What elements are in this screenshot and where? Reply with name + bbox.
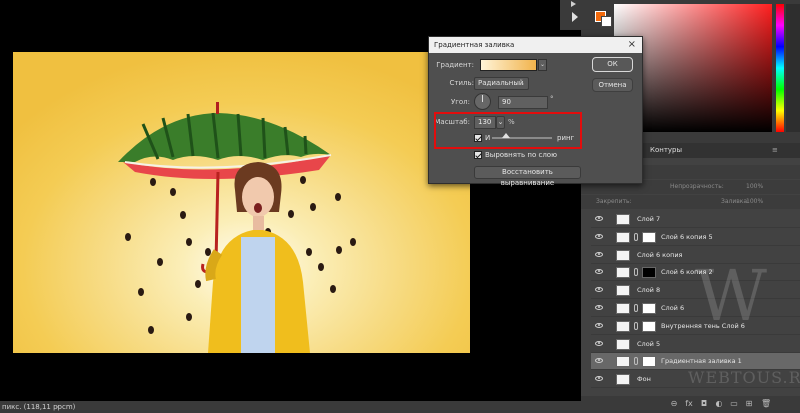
eye-icon[interactable] [595, 216, 603, 221]
rotate-icon[interactable] [571, 1, 576, 7]
hue-slider[interactable] [776, 4, 784, 132]
layer-thumbnail[interactable] [616, 320, 630, 332]
opacity-label: Непрозрачность: [670, 183, 724, 190]
eye-icon[interactable] [595, 305, 603, 310]
mouth [254, 203, 262, 213]
umbrella-shaft [214, 171, 220, 263]
align-checkbox[interactable] [474, 151, 482, 159]
dialog-titlebar[interactable]: Градиентная заливка × [429, 37, 642, 53]
style-label: Стиль: [449, 79, 474, 87]
style-value: Радиальный [478, 79, 524, 87]
layer-name: Слой 6 копия [637, 250, 683, 259]
eye-icon[interactable] [595, 287, 603, 293]
photoshop-window: пикс. (118,11 ppcm) › Контуры ≡ Непрозра… [0, 0, 800, 413]
watermark-text: WEBTOUS.RU [688, 368, 800, 387]
eye-icon[interactable] [595, 376, 603, 382]
layer-name: Слой 6 [661, 304, 685, 312]
layer-thumbnail[interactable] [616, 214, 630, 225]
layer-row[interactable]: Слой 6 копия 5 [591, 229, 800, 246]
fill-label: Заливка: [721, 198, 750, 205]
gradient-preview[interactable] [480, 59, 537, 71]
background-color-swatch[interactable] [601, 16, 612, 27]
layer-name: Фон [637, 375, 651, 384]
eye-icon[interactable] [595, 340, 603, 346]
angle-label: Угол: [450, 98, 470, 106]
hue-slider-margin [786, 4, 800, 132]
dialog-title: Градиентная заливка [434, 41, 515, 49]
layer-thumbnail[interactable] [616, 374, 630, 386]
layer-name: Слой 5 [637, 339, 661, 348]
layer-thumbnail[interactable] [616, 231, 630, 243]
neck [253, 216, 264, 230]
close-icon[interactable]: × [628, 37, 636, 53]
layer-mask-thumbnail[interactable] [642, 231, 656, 243]
red-highlight-box [434, 112, 582, 149]
document-image[interactable] [13, 52, 470, 353]
tool-strip [560, 0, 581, 30]
eye-icon[interactable] [595, 358, 603, 364]
new-layer-icon[interactable]: ⊞ [744, 399, 754, 409]
cancel-button[interactable]: Отмена [592, 78, 633, 92]
eye-icon[interactable] [595, 233, 603, 239]
layer-thumbnail[interactable] [616, 249, 630, 261]
fill-value[interactable]: 100% [746, 195, 763, 209]
umbrella-tip [216, 102, 219, 114]
layer-name: Градиентная заливка 1 [661, 357, 742, 366]
layer-name: Слой 8 [637, 286, 661, 295]
layer-thumbnail[interactable] [616, 267, 630, 279]
chain-link-icon[interactable] [634, 232, 638, 241]
eye-icon[interactable] [595, 251, 603, 257]
adjustment-icon[interactable]: ◐ [714, 399, 724, 409]
align-label: Выровнять по слою [485, 151, 557, 159]
ok-button[interactable]: ОК [592, 57, 633, 72]
blue-shirt [241, 237, 275, 353]
gradient-label: Градиент: [436, 61, 474, 69]
eye-icon[interactable] [595, 269, 603, 275]
opacity-value[interactable]: 100% [746, 180, 763, 194]
chain-link-icon[interactable] [634, 268, 638, 277]
layer-mask-thumbnail[interactable] [642, 356, 656, 368]
layer-mask-thumbnail[interactable] [642, 320, 656, 332]
layer-row[interactable]: Слой 5 [591, 336, 800, 353]
play-icon[interactable] [572, 12, 578, 22]
trash-icon[interactable]: 🗑 [761, 399, 771, 409]
layer-thumbnail[interactable] [616, 303, 630, 314]
eye-icon[interactable] [595, 322, 603, 328]
style-select[interactable]: Радиальный ⌄ [474, 77, 529, 90]
chain-link-icon[interactable] [634, 321, 638, 330]
watermark-logo: W [695, 255, 767, 337]
panel-menu-icon[interactable]: ≡ [772, 143, 778, 158]
degree-symbol: ° [550, 95, 554, 103]
status-text: пикс. (118,11 ppcm) [2, 403, 76, 411]
status-bar: пикс. (118,11 ppcm) › [0, 401, 581, 413]
layers-bottom-bar: ⊖ fx ◘ ◐ ▭ ⊞ 🗑 [581, 396, 800, 413]
tool-icons [571, 1, 578, 22]
layer-name: Слой 7 [637, 215, 661, 223]
angle-dial[interactable] [474, 93, 491, 110]
reset-alignment-button[interactable]: Восстановить выравнивание [474, 166, 581, 187]
chain-link-icon[interactable] [634, 304, 638, 312]
fx-icon[interactable]: fx [684, 399, 694, 409]
tab-contours[interactable]: Контуры [650, 143, 682, 158]
link-icon[interactable]: ⊖ [669, 399, 679, 409]
artwork-illustration [118, 102, 356, 353]
lock-label: Закрепить: [596, 198, 632, 205]
layer-thumbnail[interactable] [616, 338, 630, 350]
layer-mask-thumbnail[interactable] [642, 303, 656, 314]
layer-name: Слой 6 копия 5 [661, 232, 713, 241]
group-icon[interactable]: ▭ [729, 399, 739, 409]
angle-input[interactable]: 90 [498, 96, 548, 109]
gradient-dropdown-icon[interactable]: ⌄ [538, 59, 547, 71]
mask-icon[interactable]: ◘ [699, 399, 709, 409]
status-arrow-icon[interactable]: › [56, 401, 59, 413]
lock-row: Закрепить: Заливка: 100% [581, 195, 800, 209]
layer-mask-thumbnail[interactable] [642, 267, 656, 279]
layer-row[interactable]: Слой 7 [591, 211, 800, 228]
layer-thumbnail[interactable] [616, 285, 630, 297]
chevron-down-icon: ⌄ [519, 80, 525, 87]
layer-thumbnail[interactable] [616, 356, 630, 368]
chain-link-icon[interactable] [634, 357, 638, 366]
